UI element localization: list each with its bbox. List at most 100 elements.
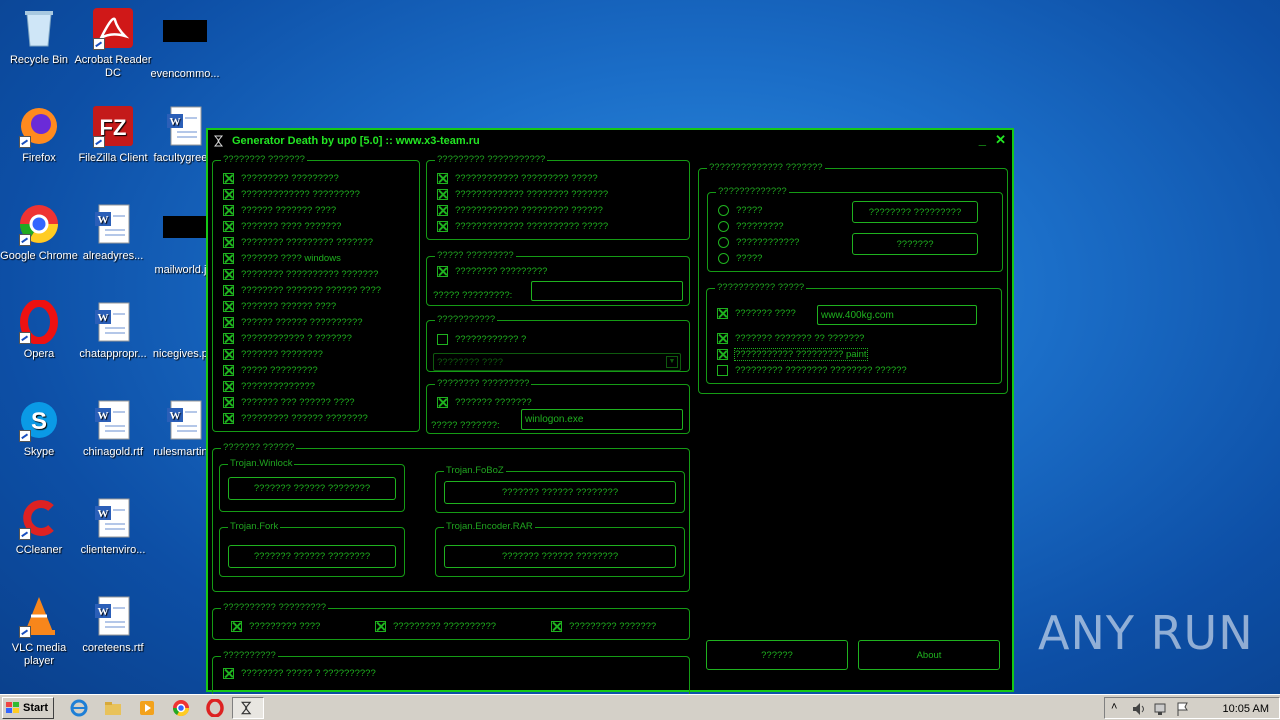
desktop-icon[interactable]: Wclientenviro... <box>74 496 152 557</box>
checkbox[interactable] <box>223 220 234 232</box>
checkbox-row[interactable]: ????? ????????? <box>223 362 381 378</box>
checkbox-row[interactable]: ??????? ???? windows <box>223 250 381 266</box>
checkbox[interactable] <box>223 236 234 248</box>
checkbox[interactable] <box>223 268 234 280</box>
checkbox-row[interactable]: ?????? ??????? ???? <box>223 202 381 218</box>
checkbox[interactable] <box>223 332 234 344</box>
checkbox-row[interactable]: ??????? ??? ?????? ???? <box>223 394 381 410</box>
media-player-icon[interactable] <box>138 699 156 717</box>
radio-option[interactable]: ????? <box>718 250 799 266</box>
checkbox[interactable] <box>223 252 234 264</box>
checkbox[interactable] <box>375 620 386 632</box>
checkbox[interactable] <box>223 300 234 312</box>
checkbox-row[interactable]: ?????? ?????? ?????????? <box>223 314 381 330</box>
checkbox[interactable] <box>223 188 234 200</box>
checkbox-row[interactable]: ?????????????? <box>223 378 381 394</box>
action-center-flag-icon[interactable] <box>1175 701 1191 717</box>
window-titlebar[interactable]: Generator Death by up0 [5.0] :: www.x3-t… <box>208 130 1012 152</box>
desktop-icon[interactable]: Firefox <box>0 104 78 165</box>
radio-option[interactable]: ???????????? <box>718 234 799 250</box>
checkbox[interactable] <box>437 265 448 277</box>
settings-button-1[interactable]: ???????? ????????? <box>852 201 978 223</box>
checkbox[interactable] <box>437 188 448 200</box>
network-icon[interactable] <box>1153 701 1169 717</box>
checkbox[interactable] <box>223 172 234 184</box>
radio-button[interactable] <box>718 220 729 232</box>
checkbox[interactable] <box>223 204 234 216</box>
checkbox-row[interactable]: ???????????? ????????? ?????? <box>437 202 608 218</box>
radio-button[interactable] <box>718 204 729 216</box>
checkbox[interactable] <box>551 620 562 632</box>
generate-button[interactable]: ?????? <box>706 640 848 670</box>
checkbox[interactable] <box>223 364 234 376</box>
checkbox[interactable] <box>717 348 728 360</box>
chrome-icon[interactable] <box>172 699 190 717</box>
process-checkbox-row[interactable]: ??????? ??????? <box>437 394 532 410</box>
checkbox[interactable] <box>223 380 234 392</box>
extras-checkbox-row[interactable]: ????????? ???? <box>231 618 320 634</box>
trojan-winlock-button[interactable]: ??????? ?????? ???????? <box>228 477 396 500</box>
desktop-icon[interactable]: Wcoreteens.rtf <box>74 594 152 655</box>
chevron-up-icon[interactable]: ˄ <box>1111 701 1117 713</box>
taskbar-generator-button[interactable] <box>232 697 264 719</box>
clock[interactable]: 10:05 AM <box>1223 703 1269 715</box>
about-button[interactable]: About <box>858 640 1000 670</box>
desktop-icon[interactable]: Google Chrome <box>0 202 78 263</box>
checkbox-row[interactable]: ??????? ?????? ???? <box>223 298 381 314</box>
settings-button-2[interactable]: ??????? <box>852 233 978 255</box>
checkbox-row[interactable]: ????????????? ?????????? ????? <box>437 218 608 234</box>
checkbox[interactable] <box>223 284 234 296</box>
desktop-icon[interactable]: S Skype <box>0 398 78 459</box>
opera-icon[interactable] <box>206 699 224 717</box>
desktop-icon[interactable]: Wchatappropr... <box>74 300 152 361</box>
checkbox[interactable] <box>437 220 448 232</box>
checkbox-row[interactable]: ???????????? ????????? ????? <box>437 170 608 186</box>
checkbox[interactable] <box>223 396 234 408</box>
extension-checkbox-row[interactable]: ???????? ????????? <box>437 263 547 279</box>
checkbox-row[interactable]: ??????? ???? ??????? <box>223 218 381 234</box>
desktop-icon[interactable]: Opera <box>0 299 78 361</box>
trojan-foboz-button[interactable]: ??????? ?????? ???????? <box>444 481 676 504</box>
checkbox-row[interactable]: ???????? ????????? ??????? <box>223 234 381 250</box>
checkbox[interactable] <box>717 307 728 319</box>
close-button[interactable]: ✕ <box>995 132 1006 148</box>
checkbox[interactable] <box>223 412 234 424</box>
start-button[interactable]: Start <box>2 697 54 719</box>
extras-checkbox-row[interactable]: ????????? ?????????? <box>375 618 496 634</box>
action-row[interactable]: ??????? ??????? ?? ??????? <box>717 330 864 346</box>
checkbox[interactable] <box>223 316 234 328</box>
checkbox[interactable] <box>437 172 448 184</box>
desktop-icon[interactable]: Wchinagold.rtf <box>74 398 152 459</box>
checkbox-row[interactable]: ???????????? ? ??????? <box>223 330 381 346</box>
internet-explorer-icon[interactable] <box>70 699 88 717</box>
checkbox-row[interactable]: ???????? ?????????? ??????? <box>223 266 381 282</box>
misc-select[interactable]: ???????? ???? ▼ <box>433 353 681 371</box>
checkbox-row[interactable]: ????????? ?????? ???????? <box>223 410 381 426</box>
radio-button[interactable] <box>718 252 729 264</box>
checkbox[interactable] <box>223 667 234 679</box>
desktop-icon[interactable]: Acrobat Reader DC <box>74 6 152 80</box>
checkbox-row[interactable]: ???????? ??????? ?????? ???? <box>223 282 381 298</box>
radio-button[interactable] <box>718 236 729 248</box>
explorer-folder-icon[interactable] <box>104 699 122 717</box>
desktop-icon[interactable]: evencommo... <box>146 6 224 81</box>
checkbox[interactable] <box>223 348 234 360</box>
action-row-paint[interactable]: ??????????? ????????? paint <box>717 346 868 362</box>
process-input[interactable]: winlogon.exe <box>521 409 683 430</box>
checkbox-row[interactable]: ????????????? ????????? <box>223 186 381 202</box>
volume-icon[interactable] <box>1131 701 1147 717</box>
checkbox[interactable] <box>231 620 242 632</box>
desktop-icon[interactable]: CCleaner <box>0 496 78 557</box>
extension-input[interactable] <box>531 281 683 301</box>
trojan-encoder-button[interactable]: ??????? ?????? ???????? <box>444 545 676 568</box>
checkbox[interactable] <box>437 396 448 408</box>
desktop-icon[interactable]: Recycle Bin <box>0 6 78 67</box>
trojan-fork-button[interactable]: ??????? ?????? ???????? <box>228 545 396 568</box>
checkbox[interactable] <box>717 364 728 376</box>
desktop-icon[interactable]: VLC media player <box>0 594 78 668</box>
site-url-input[interactable]: www.400kg.com <box>817 305 977 325</box>
checkbox[interactable] <box>717 332 728 344</box>
desktop-icon[interactable]: FZ FileZilla Client <box>74 104 152 165</box>
checkbox[interactable] <box>437 204 448 216</box>
checkbox[interactable] <box>437 333 448 345</box>
